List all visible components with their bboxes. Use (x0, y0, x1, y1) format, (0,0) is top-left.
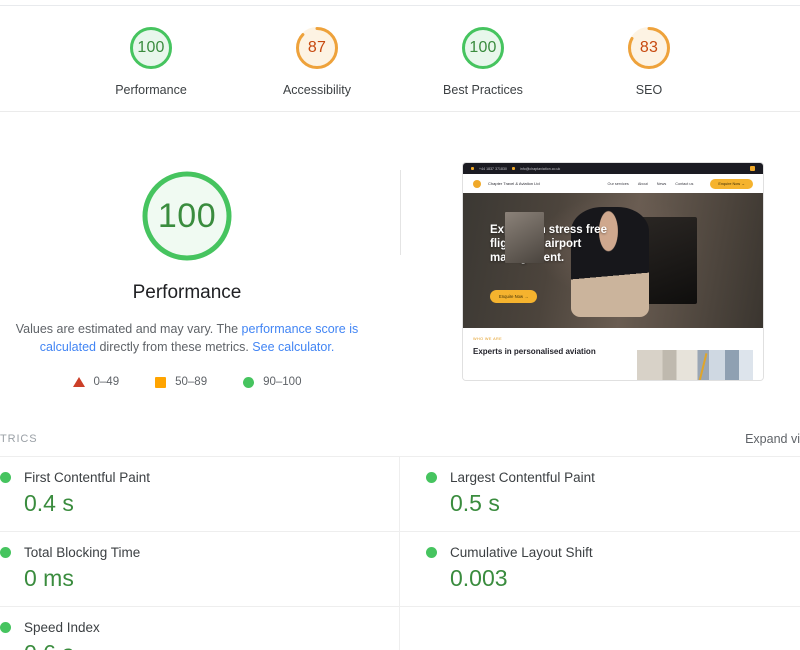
site-lower-section: WHO WE ARE Experts in personalised aviat… (463, 328, 763, 381)
gauge-accessibility[interactable]: 87 Accessibility (271, 24, 363, 97)
metrics-header: TRICS Expand vi (0, 418, 800, 456)
performance-section: 100 Performance Values are estimated and… (0, 112, 800, 418)
status-circle-icon (0, 622, 11, 633)
gauge-ring-best-practices: 100 (459, 24, 507, 72)
performance-gauge-large: 100 (137, 166, 237, 266)
metric-largest-contentful-paint[interactable]: Largest Contentful Paint 0.5 s (400, 457, 800, 532)
site-brand-name: Chapter Travel & Aviation Ltd (488, 181, 540, 186)
site-hero: Experts in stress freeflight and airport… (463, 193, 763, 328)
gauge-label-accessibility: Accessibility (283, 83, 351, 97)
hero-heading: Experts in stress freeflight and airport… (490, 223, 607, 265)
see-calculator-link[interactable]: See calculator. (252, 340, 334, 354)
metric-value: 0.4 s (24, 490, 373, 517)
section-eyebrow: WHO WE ARE (473, 337, 753, 341)
metric-header: Largest Contentful Paint (426, 470, 800, 485)
gauge-label-best-practices: Best Practices (443, 83, 523, 97)
legend-item-poor: 0–49 (73, 376, 120, 388)
site-nav: Chapter Travel & Aviation Ltd Our servic… (463, 174, 763, 193)
circle-icon (243, 377, 254, 388)
final-screenshot-thumbnail[interactable]: +44 1837 371830 info@chaptaviation.co.uk… (462, 162, 764, 381)
gauge-ring-performance: 100 (127, 24, 175, 72)
hero-enquire-button: Enquire Now → (490, 290, 537, 303)
legend-item-good: 90–100 (243, 376, 301, 388)
metrics-column-right: Largest Contentful Paint 0.5 s Cumulativ… (400, 457, 800, 650)
site-topbar: +44 1837 371830 info@chaptaviation.co.uk (463, 163, 763, 174)
metric-header: First Contentful Paint (0, 470, 373, 485)
category-gauge-strip: 100 Performance 87 Accessibility (0, 6, 800, 111)
square-icon (155, 377, 166, 388)
status-circle-icon (0, 547, 11, 558)
score-legend: 0–49 50–89 90–100 (73, 376, 302, 388)
legend-range-average: 50–89 (175, 376, 207, 388)
nav-link-services: Our services (608, 182, 629, 186)
nav-link-about: About (638, 182, 648, 186)
site-email: info@chaptaviation.co.uk (520, 167, 560, 171)
gauge-seo[interactable]: 83 SEO (603, 24, 695, 97)
site-logo-icon (473, 180, 481, 188)
status-circle-icon (426, 472, 437, 483)
metric-value: 0 ms (24, 565, 373, 592)
gauge-score-seo: 83 (625, 24, 673, 72)
metric-value: 0.6 s (24, 640, 373, 650)
expand-view-toggle[interactable]: Expand vi (745, 432, 800, 446)
gauge-best-practices[interactable]: 100 Best Practices (437, 24, 529, 97)
metric-header: Total Blocking Time (0, 545, 373, 560)
phone-icon (471, 167, 474, 170)
metric-first-contentful-paint[interactable]: First Contentful Paint 0.4 s (0, 457, 399, 532)
legend-range-good: 90–100 (263, 376, 301, 388)
metric-label: Total Blocking Time (24, 545, 140, 560)
performance-title: Performance (133, 282, 242, 304)
performance-note: Values are estimated and may vary. The p… (0, 320, 387, 356)
gauge-ring-seo: 83 (625, 24, 673, 72)
status-circle-icon (426, 547, 437, 558)
nav-enquire-button: Enquire Now → (710, 179, 753, 189)
gauge-ring-accessibility: 87 (293, 24, 341, 72)
pagespeed-report: 100 Performance 87 Accessibility (0, 0, 800, 650)
metric-total-blocking-time[interactable]: Total Blocking Time 0 ms (0, 532, 399, 607)
metric-header: Speed Index (0, 620, 373, 635)
status-circle-icon (0, 472, 11, 483)
metric-label: First Contentful Paint (24, 470, 150, 485)
section-vertical-divider (400, 170, 401, 255)
metric-label: Cumulative Layout Shift (450, 545, 593, 560)
section-photo (637, 350, 753, 381)
email-icon (512, 167, 515, 170)
metric-value: 0.5 s (450, 490, 800, 517)
gauge-score-accessibility: 87 (293, 24, 341, 72)
note-prefix: Values are estimated and may vary. The (16, 322, 242, 336)
site-nav-links: Our services About News Contact us (608, 182, 694, 186)
metrics-column-left: First Contentful Paint 0.4 s Total Block… (0, 457, 400, 650)
nav-link-news: News (657, 182, 667, 186)
nav-link-contact: Contact us (675, 182, 693, 186)
metric-label: Largest Contentful Paint (450, 470, 595, 485)
final-screenshot-wrap: +44 1837 371830 info@chaptaviation.co.uk… (400, 160, 800, 381)
metrics-title: TRICS (0, 433, 38, 445)
performance-summary: 100 Performance Values are estimated and… (0, 160, 400, 388)
legend-range-poor: 0–49 (94, 376, 120, 388)
section-heading: Experts in personalised aviation (473, 347, 641, 357)
gauge-label-seo: SEO (636, 83, 662, 97)
metric-label: Speed Index (24, 620, 100, 635)
legend-item-average: 50–89 (155, 376, 207, 388)
gauge-performance[interactable]: 100 Performance (105, 24, 197, 97)
site-phone: +44 1837 371830 (479, 167, 507, 171)
pagespeed-report-viewport: 100 Performance 87 Accessibility (0, 0, 800, 650)
metric-value: 0.003 (450, 565, 800, 592)
metrics-grid: First Contentful Paint 0.4 s Total Block… (0, 456, 800, 650)
social-icon (750, 166, 755, 171)
metric-header: Cumulative Layout Shift (426, 545, 800, 560)
gauge-score-best-practices: 100 (459, 24, 507, 72)
note-middle: directly from these metrics. (96, 340, 252, 354)
metric-speed-index[interactable]: Speed Index 0.6 s (0, 607, 399, 650)
gauge-score-performance: 100 (127, 24, 175, 72)
gauge-label-performance: Performance (115, 83, 187, 97)
performance-score-value: 100 (137, 166, 237, 266)
triangle-icon (73, 377, 85, 387)
metric-cumulative-layout-shift[interactable]: Cumulative Layout Shift 0.003 (400, 532, 800, 607)
